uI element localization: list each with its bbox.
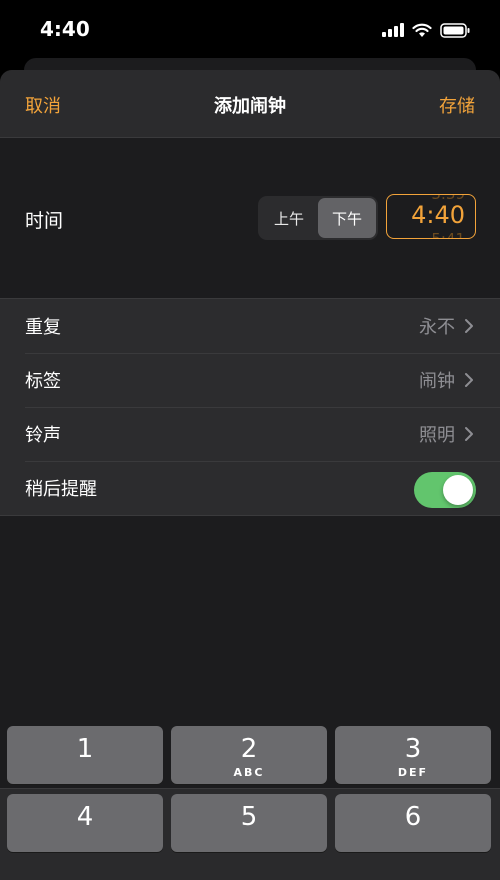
repeat-value: 永不: [419, 317, 455, 338]
label-value: 闹钟: [419, 371, 455, 392]
snooze-row: 稍后提醒: [0, 461, 500, 515]
nav-bar: 取消 添加闹钟 存储: [0, 70, 500, 138]
add-alarm-sheet: 取消 添加闹钟 存储 时间 上午 下午 3:39 4:40 5:41 重复 永不…: [0, 70, 500, 880]
sound-value: 照明: [419, 425, 455, 446]
key-digit: 2: [240, 734, 258, 764]
key-letters: DEF: [397, 766, 429, 779]
status-time: 4:40: [40, 17, 90, 41]
label-label: 标签: [25, 371, 61, 392]
repeat-label: 重复: [25, 317, 61, 338]
key-digit: 1: [76, 734, 94, 764]
key-4[interactable]: 4: [7, 794, 163, 852]
snooze-toggle[interactable]: [414, 472, 476, 508]
key-6[interactable]: 6: [335, 794, 491, 852]
battery-icon: [440, 22, 470, 38]
time-section: 时间 上午 下午 3:39 4:40 5:41: [0, 138, 500, 298]
time-wheel-next: 5:41: [431, 230, 465, 239]
status-icons: [382, 20, 470, 40]
chevron-right-icon: [465, 427, 473, 441]
key-1[interactable]: 1: [7, 726, 163, 784]
wifi-icon: [412, 23, 432, 37]
chevron-right-icon: [465, 319, 473, 333]
status-bar: 4:40: [0, 0, 500, 60]
am-pm-segmented-control: 上午 下午: [258, 196, 378, 240]
time-input[interactable]: 3:39 4:40 5:41: [386, 194, 476, 239]
key-digit: 6: [404, 802, 422, 832]
key-digit: 4: [76, 802, 94, 832]
settings-list: 重复 永不 标签 闹钟 铃声 照明 稍后提醒: [0, 298, 500, 516]
repeat-row[interactable]: 重复 永不: [0, 299, 500, 353]
toggle-knob: [443, 475, 473, 505]
key-letters: ABC: [233, 766, 265, 779]
key-digit: 3: [404, 734, 422, 764]
time-value: 4:40: [411, 201, 465, 229]
pm-segment[interactable]: 下午: [318, 198, 376, 238]
signal-icon: [382, 23, 404, 37]
key-2[interactable]: 2 ABC: [171, 726, 327, 784]
key-digit: 5: [240, 802, 258, 832]
key-3[interactable]: 3 DEF: [335, 726, 491, 784]
am-segment[interactable]: 上午: [260, 198, 318, 238]
save-button[interactable]: 存储: [439, 92, 475, 118]
sound-label: 铃声: [25, 425, 61, 446]
key-5[interactable]: 5: [171, 794, 327, 852]
page-title: 添加闹钟: [214, 96, 286, 117]
snooze-label: 稍后提醒: [25, 479, 97, 500]
label-row[interactable]: 标签 闹钟: [0, 353, 500, 407]
time-label: 时间: [25, 210, 64, 232]
chevron-right-icon: [465, 373, 473, 387]
sound-row[interactable]: 铃声 照明: [0, 407, 500, 461]
